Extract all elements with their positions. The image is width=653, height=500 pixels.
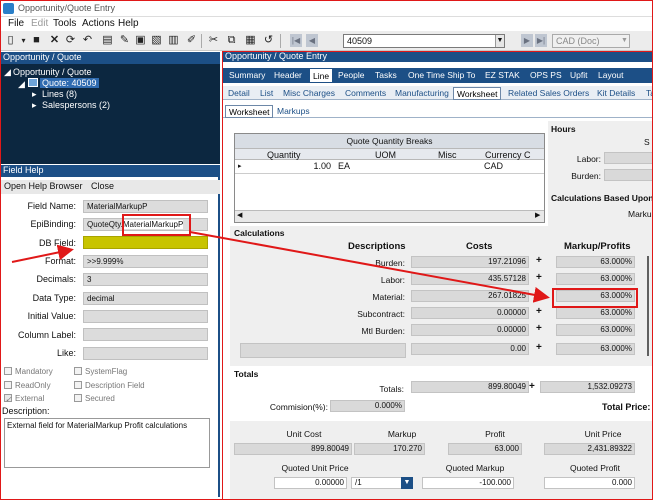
epi-binding-highlight-box xyxy=(122,214,191,236)
main-panel-annotation-frame xyxy=(222,51,653,500)
material-markup-highlight-box xyxy=(552,288,638,308)
